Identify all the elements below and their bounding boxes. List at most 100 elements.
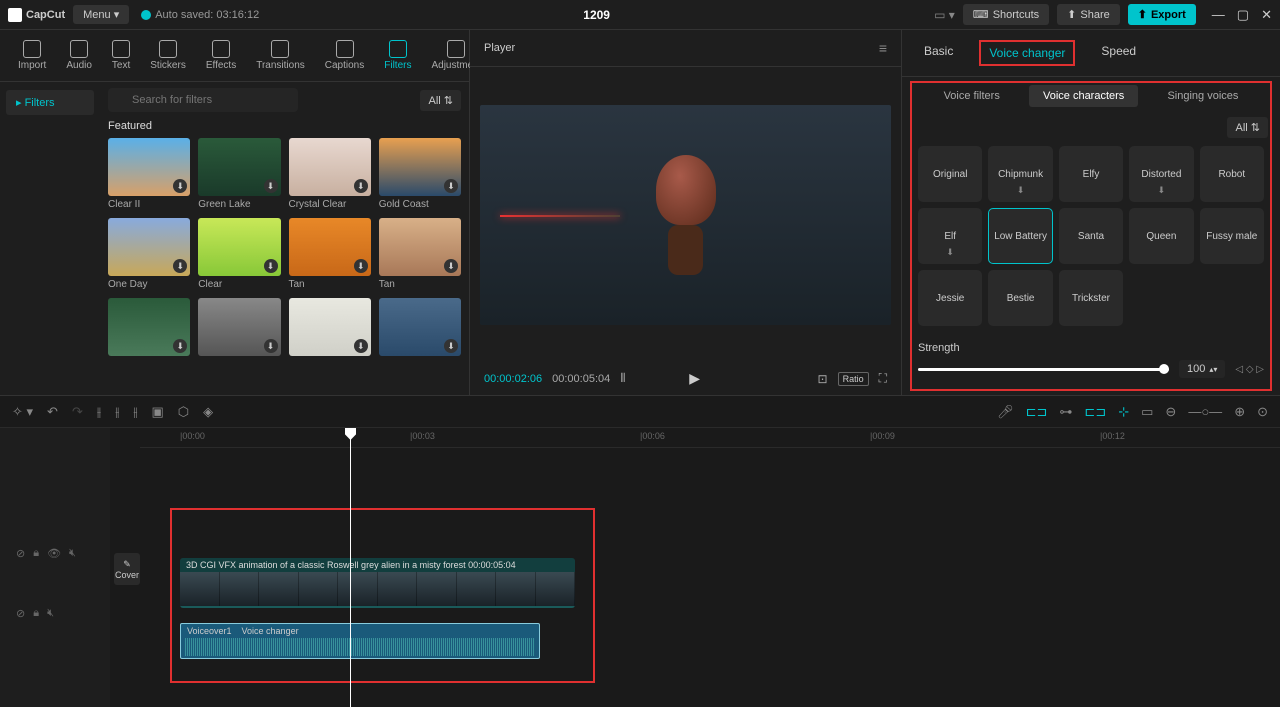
crop-icon[interactable]: ▣ (152, 404, 164, 420)
slider-thumb[interactable] (1159, 364, 1169, 374)
all-filter-button[interactable]: All ⇅ (420, 90, 461, 111)
cover-button[interactable]: ✎Cover (114, 553, 140, 585)
playhead[interactable] (350, 428, 351, 707)
right-tab-voice-changer[interactable]: Voice changer (979, 40, 1075, 66)
tag-icon[interactable]: ◈ (203, 404, 213, 420)
preview-axis-icon[interactable]: ⊹ (1118, 404, 1129, 420)
filter-item[interactable]: ⬇Tan (289, 218, 371, 290)
download-icon[interactable]: ⬇ (354, 179, 368, 193)
download-icon[interactable]: ⬇ (444, 179, 458, 193)
sub-tab-voice-characters[interactable]: Voice characters (1029, 85, 1138, 107)
filter-item[interactable]: ⬇ (289, 298, 371, 359)
link-icon[interactable]: ⊶ (1059, 404, 1072, 420)
filter-item[interactable]: ⬇One Day (108, 218, 190, 290)
tool-tab-stickers[interactable]: Stickers (142, 36, 194, 75)
right-tab-speed[interactable]: Speed (1093, 40, 1144, 66)
tool-tab-captions[interactable]: Captions (317, 36, 372, 75)
undo-icon[interactable]: ↶ (47, 404, 58, 420)
close-icon[interactable]: ✕ (1261, 7, 1272, 23)
download-icon[interactable]: ⬇ (354, 259, 368, 273)
zoom-slider[interactable]: —○— (1188, 404, 1222, 419)
adjust-icon[interactable]: ⦀ (620, 371, 625, 386)
filter-item[interactable]: ⬇ (198, 298, 280, 359)
tool-tab-transitions[interactable]: Transitions (248, 36, 313, 75)
shortcuts-button[interactable]: ⌨ Shortcuts (963, 4, 1049, 25)
eye-icon[interactable]: 👁 (47, 547, 61, 560)
menu-button[interactable]: Menu ▾ (73, 5, 129, 24)
strength-value[interactable]: 100▴▾ (1179, 360, 1225, 378)
voice-low-battery[interactable]: Low Battery (988, 208, 1052, 264)
voice-robot[interactable]: Robot (1200, 146, 1264, 202)
mic-icon[interactable]: 🎤︎ (997, 404, 1014, 420)
voice-chipmunk[interactable]: Chipmunk⬇ (988, 146, 1052, 202)
lock-icon[interactable]: ⊘ (16, 547, 25, 560)
tool-tab-import[interactable]: Import (10, 36, 54, 75)
voice-fussy-male[interactable]: Fussy male (1200, 208, 1264, 264)
voice-elfy[interactable]: Elfy (1059, 146, 1123, 202)
strength-slider[interactable] (918, 368, 1169, 371)
voice-santa[interactable]: Santa (1059, 208, 1123, 264)
comparison-icon[interactable]: ⊡ (818, 372, 828, 386)
download-icon[interactable]: ⬇ (173, 339, 187, 353)
filter-item[interactable]: ⬇ (108, 298, 190, 359)
split-left-icon[interactable]: ⫲ (115, 404, 119, 420)
tool-icon[interactable]: ✧ ▾ (12, 404, 33, 420)
minimize-icon[interactable]: — (1212, 7, 1225, 23)
maximize-icon[interactable]: ▢ (1237, 7, 1249, 23)
download-icon[interactable]: ⬇ (173, 259, 187, 273)
layout-icon[interactable]: ▭ ▾ (934, 8, 955, 22)
sub-tab-singing-voices[interactable]: Singing voices (1153, 85, 1252, 107)
keyframe-icons[interactable]: ◁ ◇ ▷ (1235, 364, 1264, 375)
download-icon[interactable]: ⬇ (354, 339, 368, 353)
filter-item[interactable]: ⬇ (379, 298, 461, 359)
redo-icon[interactable]: ↷ (72, 404, 83, 420)
ruler[interactable]: |00:00|00:03|00:06|00:09|00:12 (140, 428, 1280, 448)
voice-elf[interactable]: Elf⬇ (918, 208, 982, 264)
voice-queen[interactable]: Queen (1129, 208, 1193, 264)
split-icon[interactable]: ⫲ (97, 404, 101, 420)
magnet-icon[interactable]: ⊏⊐ (1026, 404, 1048, 420)
download-icon[interactable]: ⬇ (264, 339, 278, 353)
shield-icon[interactable]: ⬡ (178, 404, 189, 420)
fullscreen-icon[interactable]: ⛶ (879, 371, 887, 386)
voice-bestie[interactable]: Bestie (988, 270, 1052, 326)
lock2-icon[interactable]: 🔒︎ (33, 547, 39, 560)
voice-jessie[interactable]: Jessie (918, 270, 982, 326)
search-input[interactable] (108, 88, 298, 112)
video-clip[interactable]: 3D CGI VFX animation of a classic Roswel… (180, 558, 575, 608)
tool-tab-filters[interactable]: Filters (376, 36, 419, 75)
mute-icon[interactable]: 🔇︎ (47, 607, 54, 620)
download-icon[interactable]: ⬇ (173, 179, 187, 193)
filter-item[interactable]: ⬇Tan (379, 218, 461, 290)
snap-icon[interactable]: ⊏⊐ (1084, 404, 1106, 420)
filter-item[interactable]: ⬇Clear II (108, 138, 190, 210)
download-icon[interactable]: ⬇ (444, 339, 458, 353)
lock-icon[interactable]: ⊘ (16, 607, 25, 620)
voice-original[interactable]: Original (918, 146, 982, 202)
ratio-button[interactable]: Ratio (838, 372, 869, 386)
player-menu-icon[interactable]: ≡ (879, 40, 887, 56)
filters-nav-item[interactable]: ▸ Filters (6, 90, 94, 115)
download-icon[interactable]: ⬇ (264, 259, 278, 273)
filter-item[interactable]: ⬇Gold Coast (379, 138, 461, 210)
tool-tab-audio[interactable]: Audio (58, 36, 100, 75)
sub-tab-voice-filters[interactable]: Voice filters (930, 85, 1014, 107)
download-icon[interactable]: ⬇ (264, 179, 278, 193)
voice-distorted[interactable]: Distorted⬇ (1129, 146, 1193, 202)
tool-tab-effects[interactable]: Effects (198, 36, 244, 75)
split-right-icon[interactable]: ⫲ (133, 404, 137, 420)
export-button[interactable]: ⬆ Export (1128, 4, 1196, 25)
zoom-fit-icon[interactable]: ⊙ (1257, 404, 1268, 420)
preview-canvas[interactable] (480, 105, 891, 325)
filter-item[interactable]: ⬇Crystal Clear (289, 138, 371, 210)
filter-item[interactable]: ⬇Clear (198, 218, 280, 290)
tool-tab-text[interactable]: Text (104, 36, 138, 75)
zoom-in-icon[interactable]: ⊕ (1234, 404, 1245, 420)
mute-icon[interactable]: 🔇︎ (69, 547, 76, 560)
zoom-out-icon[interactable]: ⊖ (1165, 404, 1176, 420)
voice-trickster[interactable]: Trickster (1059, 270, 1123, 326)
download-icon[interactable]: ⬇ (444, 259, 458, 273)
timeline-tracks[interactable]: |00:00|00:03|00:06|00:09|00:12 3D CGI VF… (140, 428, 1280, 707)
audio-clip[interactable]: Voiceover1Voice changer (180, 623, 540, 659)
play-button[interactable]: ▶ (689, 370, 700, 387)
